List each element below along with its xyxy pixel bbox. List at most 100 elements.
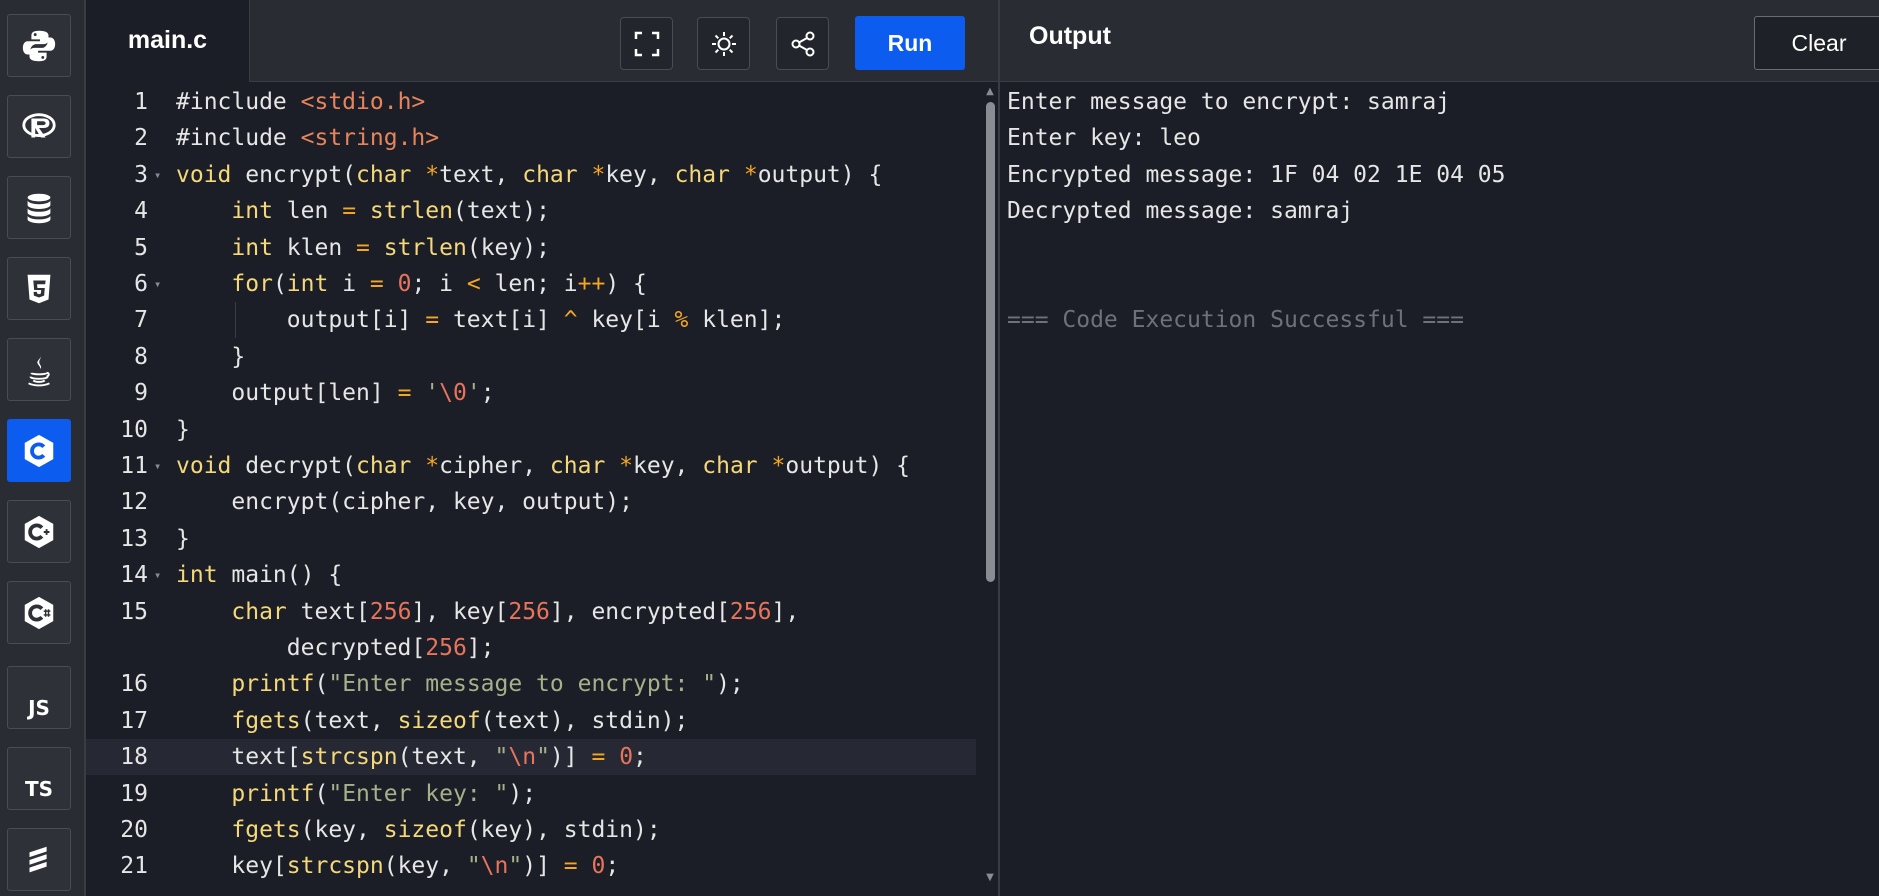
line-number: 3 [134,161,148,188]
javascript-label: JS [28,695,50,720]
editor-toolbar: main.c Run [86,0,1000,82]
typescript-label: TS [24,776,54,801]
code-line[interactable]: 16 printf("Enter message to encrypt: "); [86,666,976,702]
fullscreen-button[interactable] [620,17,673,70]
java-icon[interactable] [7,338,71,401]
html5-icon[interactable] [7,257,71,320]
output-line: Encrypted message: 1F 04 02 1E 04 05 [1007,161,1506,188]
code-line[interactable]: 3 ▾ void encrypt(char *text, char *key, ch… [86,157,976,193]
code-line[interactable]: 11 ▾ void decrypt(char *cipher, char *key,… [86,448,976,484]
code-text: printf("Enter message to encrypt: "); [231,671,744,698]
line-number: 11 [120,453,148,479]
line-number: 7 [134,307,148,334]
code-line[interactable]: 1 #include <stdio.h> [86,84,976,120]
code-text: char text[256], key[256], encrypted[256]… [231,598,800,625]
code-editor[interactable]: 1 #include <stdio.h> 2 #include <string.h> 3… [86,82,1000,896]
code-line[interactable]: 14 ▾ int main() { [86,557,976,593]
line-number: 13 [120,525,148,552]
fold-toggle-icon[interactable]: ▾ [154,157,161,193]
code-line[interactable]: 6 ▾ for(int i = 0; i < len; i++) { [86,266,976,302]
line-number: 1 [134,89,148,115]
code-text: key[strcspn(key, "\n")] = 0; [176,853,620,880]
fold-toggle-icon[interactable]: ▾ [154,448,161,484]
share-icon [791,31,814,56]
line-number: 12 [120,489,148,516]
line-number: 16 [120,671,148,698]
code-text: void encrypt(char *text, char *key, char… [176,161,883,188]
code-text: } [176,525,190,552]
code-line[interactable]: 10} [86,412,976,448]
code-text: text[strcspn(text, "\n")] = 0; [176,744,647,771]
editor-scrollbar[interactable]: ▲ ▼ [984,86,996,886]
line-number: 10 [120,416,148,443]
output-title: Output [1029,22,1111,50]
code-line[interactable]: 7 output[i] = text[i] ^ key[i % klen]; [86,302,976,339]
code-text: int klen = strlen(key); [231,234,550,261]
output-line: === Code Execution Successful === [1007,307,1464,334]
code-text: } [176,416,190,443]
output-line: Enter key: leo [1007,125,1201,152]
line-number: 2 [134,125,148,152]
code-text: output[len] = '\0'; [176,380,495,407]
clear-button[interactable]: Clear [1754,16,1879,70]
fold-toggle-icon[interactable]: ▾ [154,557,161,593]
output-console: Enter message to encrypt: samraj Enter ke… [1000,82,1879,896]
scroll-down-icon[interactable]: ▼ [984,872,996,883]
scroll-thumb[interactable] [986,102,995,582]
scroll-up-icon[interactable]: ▲ [984,86,996,97]
c-icon[interactable] [7,419,71,482]
output-line: Decrypted message: samraj [1007,198,1354,225]
code-text: int len = strlen(text); [231,198,550,225]
code-text: output[i] = text[i] ^ key[i % klen]; [176,307,786,334]
swift-icon[interactable] [7,828,71,891]
code-text: fgets(text, sizeof(text), stdin); [231,707,689,734]
code-line[interactable]: 2 #include <string.h> [86,120,976,156]
code-line[interactable]: 19 printf("Enter key: "); [86,776,976,812]
typescript-icon[interactable]: TS [7,747,71,810]
code-text: #include <stdio.h> [176,89,426,115]
code-line[interactable]: 4 int len = strlen(text); [86,193,976,229]
line-number: 18 [120,744,148,771]
theme-toggle-button[interactable] [697,17,750,70]
code-line[interactable]: 17 fgets(text, sizeof(text), stdin); [86,703,976,739]
code-line[interactable]: 5 int klen = strlen(key); [86,230,976,266]
share-button[interactable] [776,17,829,70]
line-number: 14 [120,562,148,589]
line-number: 21 [120,853,148,880]
r-icon[interactable] [7,95,71,158]
python-icon[interactable] [7,14,71,77]
code-line[interactable]: 15 char text[256], key[256], encrypted[2… [86,594,976,630]
fold-toggle-icon[interactable]: ▾ [154,266,161,302]
output-line: Enter message to encrypt: samraj [1007,89,1451,115]
line-number: 9 [134,380,148,407]
code-line[interactable]: 12 encrypt(cipher, key, output); [86,484,976,520]
code-line[interactable]: 20 fgets(key, sizeof(key), stdin); [86,812,976,848]
database-icon[interactable] [7,176,71,239]
file-tab-main-c[interactable]: main.c [86,0,250,82]
code-line[interactable]: 21 key[strcspn(key, "\n")] = 0; [86,848,976,884]
code-text: decrypted[256]; [176,635,495,661]
language-sidebar: JS TS [0,0,86,896]
code-line[interactable]: 13} [86,521,976,557]
cpp-icon[interactable] [7,500,71,563]
code-line[interactable]: decrypted[256]; [86,630,976,666]
line-number: 6 [134,271,148,297]
line-number: 4 [134,198,148,225]
code-text: fgets(key, sizeof(key), stdin); [231,817,661,843]
csharp-icon[interactable] [7,581,71,644]
line-number: 8 [134,343,148,370]
line-number: 17 [120,707,148,734]
fullscreen-icon [634,31,659,56]
theme-toggle-icon [711,31,736,56]
line-number: 15 [120,598,148,625]
output-header: Output Clear [1000,0,1879,82]
line-number: 20 [120,817,148,843]
code-line[interactable]: 9 output[len] = '\0'; [86,375,976,411]
code-text: for(int i = 0; i < len; i++) { [231,271,647,297]
code-line[interactable]: 8 } [86,339,976,375]
code-text: int main() { [176,562,343,589]
code-line[interactable]: 18 text[strcspn(text, "\n")] = 0; [86,739,976,776]
run-button[interactable]: Run [855,16,965,70]
code-text: } [176,343,246,370]
javascript-icon[interactable]: JS [7,666,71,729]
